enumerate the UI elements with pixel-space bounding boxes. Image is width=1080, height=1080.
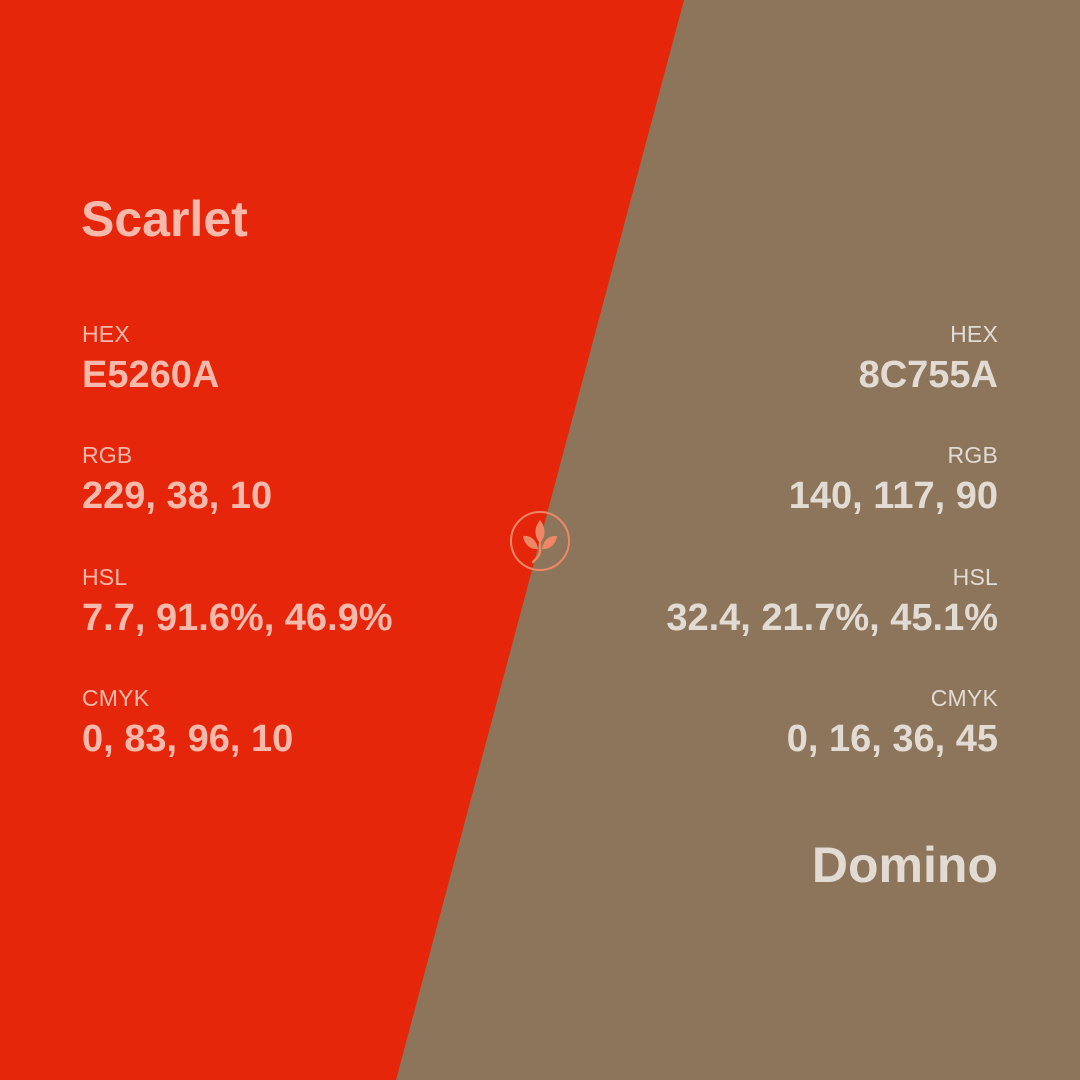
- scarlet-rgb-value: 229, 38, 10: [82, 475, 273, 517]
- scarlet-rgb-group: RGB 229, 38, 10: [82, 442, 273, 517]
- scarlet-cmyk-label: CMYK: [82, 685, 150, 711]
- domino-hex-group: HEX 8C755A: [858, 321, 998, 396]
- scarlet-hsl-value: 7.7, 91.6%, 46.9%: [82, 597, 393, 639]
- domino-cmyk-value: 0, 16, 36, 45: [786, 718, 998, 760]
- scarlet-hex-value: E5260A: [82, 354, 220, 396]
- domino-cmyk-group: CMYK 0, 16, 36, 45: [786, 685, 998, 760]
- domino-rgb-label: RGB: [947, 442, 998, 468]
- scarlet-rgb-label: RGB: [82, 442, 133, 468]
- domino-hsl-group: HSL 32.4, 21.7%, 45.1%: [666, 564, 998, 639]
- color-comparison-card: Scarlet HEX E5260A RGB 229, 38, 10 HSL 7…: [0, 0, 1080, 1080]
- domino-hsl-value: 32.4, 21.7%, 45.1%: [666, 597, 998, 639]
- domino-hex-label: HEX: [950, 321, 998, 347]
- domino-hsl-label: HSL: [952, 564, 998, 590]
- domino-rgb-value: 140, 117, 90: [788, 475, 998, 517]
- scarlet-cmyk-value: 0, 83, 96, 10: [82, 718, 294, 760]
- scarlet-hex-label: HEX: [82, 321, 130, 347]
- scarlet-cmyk-group: CMYK 0, 83, 96, 10: [82, 685, 294, 760]
- scarlet-color-name: Scarlet: [81, 191, 248, 247]
- domino-cmyk-label: CMYK: [930, 685, 998, 711]
- scarlet-hex-group: HEX E5260A: [82, 321, 220, 396]
- domino-hex-value: 8C755A: [858, 354, 998, 396]
- domino-rgb-group: RGB 140, 117, 90: [788, 442, 998, 517]
- domino-color-name: Domino: [811, 837, 998, 893]
- leaf-sprout-icon: [510, 511, 570, 571]
- scarlet-hsl-label: HSL: [82, 564, 128, 590]
- scarlet-hsl-group: HSL 7.7, 91.6%, 46.9%: [82, 564, 393, 639]
